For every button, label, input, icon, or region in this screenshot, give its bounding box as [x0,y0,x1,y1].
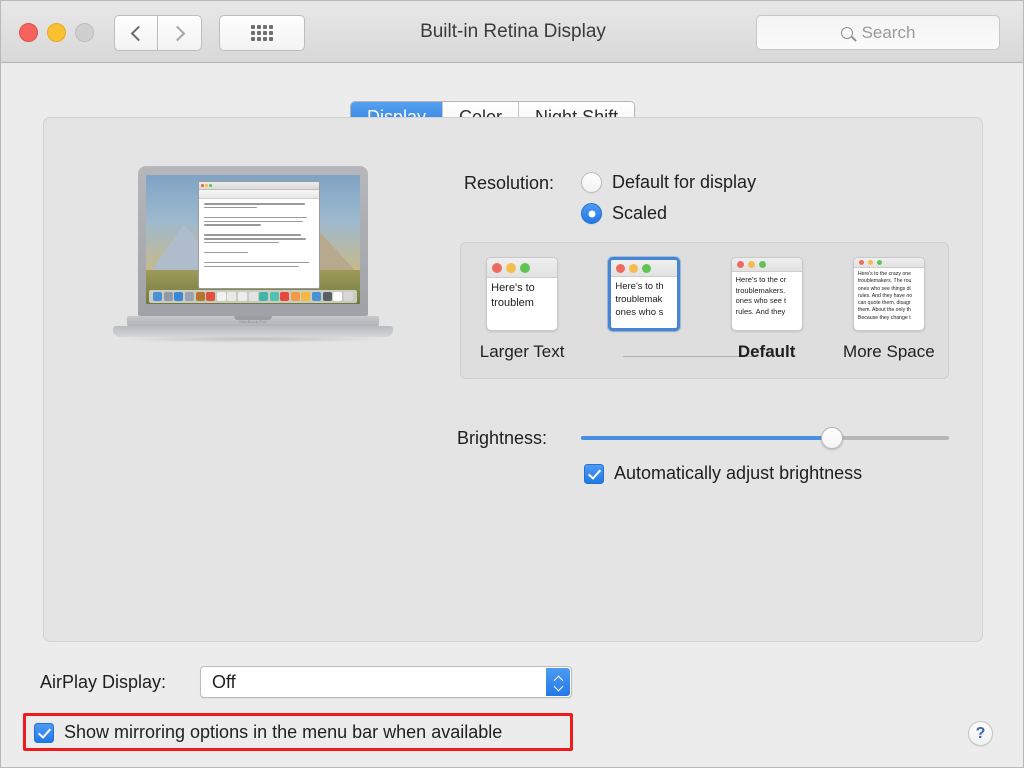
scaled-option-selected[interactable]: Here's to th troublemak ones who s [594,257,694,331]
auto-brightness-row[interactable]: Automatically adjust brightness [584,463,862,484]
thumbnail-line: them. About the only th [858,307,920,314]
thumbnail-line: Here's to th [615,280,673,293]
laptop-front-edge [113,326,393,337]
scaled-option-larger-text[interactable]: Here's to troublem [472,257,572,331]
search-placeholder: Search [862,23,916,43]
thumbnail-line: ones who s [615,306,673,319]
thumbnail-line: Here's to [491,281,553,296]
thumbnail-line: Here's to the cr [736,275,798,286]
thumbnail-text: Here's to troublem [487,278,557,311]
scaled-label-larger-text[interactable]: Larger Text [472,342,572,362]
airplay-label: AirPlay Display: [40,672,166,693]
chevron-up-icon [554,675,563,680]
resolution-option-default-label: Default for display [612,172,756,193]
mirroring-row[interactable]: Show mirroring options in the menu bar w… [34,722,502,743]
scaled-option-default[interactable]: Here's to the cr troublemakers. ones who… [717,257,817,331]
thumbnail-titlebar [732,258,802,272]
radio-scaled[interactable] [581,203,602,224]
textedit-window-preview [198,181,320,289]
thumbnail-line: troublemakers. [736,286,798,297]
thumbnail-line: troublemakers. The rou [858,278,920,285]
resolution-label: Resolution: [464,173,554,194]
thumbnail-line: troublemak [615,293,673,306]
resolution-option-scaled-label: Scaled [612,203,667,224]
thumbnail-line: ones who see t [736,296,798,307]
scaled-thumbnails: Here's to troublem Here's to th troublem… [461,257,950,339]
chevron-down-icon [554,684,563,689]
mirroring-label: Show mirroring options in the menu bar w… [64,722,502,743]
device-caption: MacBook Pro [113,319,393,324]
textedit-body [199,199,319,273]
thumbnail-text: Here's to th troublemak ones who s [611,277,677,319]
help-button[interactable]: ? [968,721,993,746]
scaled-option-more-space[interactable]: Here's to the crazy one troublemakers. T… [839,257,939,331]
thumbnail-line: can quote them, disagr [858,300,920,307]
thumbnail-preview[interactable]: Here's to th troublemak ones who s [608,257,680,331]
slider-knob[interactable] [821,427,843,449]
search-field[interactable]: Search [756,15,1000,50]
thumbnail-preview[interactable]: Here's to the cr troublemakers. ones who… [731,257,803,331]
system-preferences-window: Built-in Retina Display Search Display C… [0,0,1024,768]
thumbnail-titlebar [854,258,924,268]
airplay-popup-button[interactable]: Off [200,666,572,698]
thumbnail-preview[interactable]: Here's to troublem [486,257,558,331]
auto-brightness-checkbox[interactable] [584,464,604,484]
resolution-option-default[interactable]: Default for display [581,172,756,193]
airplay-value: Off [201,672,236,693]
radio-default-for-display[interactable] [581,172,602,193]
brightness-label: Brightness: [457,428,547,449]
textedit-titlebar [199,182,319,190]
window-titlebar: Built-in Retina Display Search [1,1,1024,63]
thumbnail-line: troublem [491,296,553,311]
thumbnail-line: ones who see things di [858,286,920,293]
thumbnail-line: rules. And they have no [858,293,920,300]
laptop-lid [138,166,368,316]
thumbnail-line: Because they change t [858,315,920,322]
mirroring-checkbox[interactable] [34,723,54,743]
scaled-label-more-space[interactable]: More Space [839,342,939,362]
search-icon [841,27,853,39]
thumbnail-text: Here's to the cr troublemakers. ones who… [732,272,802,317]
scaled-label-default[interactable]: Default [717,342,817,362]
popup-stepper-icon[interactable] [546,668,570,696]
thumbnail-titlebar [611,260,677,277]
thumbnail-preview[interactable]: Here's to the crazy one troublemakers. T… [853,257,925,331]
thumbnail-line: rules. And they [736,307,798,318]
macbook-illustration: MacBook Pro [113,166,393,351]
resolution-option-scaled[interactable]: Scaled [581,203,667,224]
brightness-slider[interactable] [581,431,949,445]
thumbnail-text: Here's to the crazy one troublemakers. T… [854,268,924,322]
slider-fill [581,436,831,440]
scaled-labels: Larger Text Default More Space [461,340,950,364]
thumbnail-line: Here's to the crazy one [858,271,920,278]
textedit-toolbar [199,190,319,199]
auto-brightness-label: Automatically adjust brightness [614,463,862,484]
scaled-resolution-options: Here's to troublem Here's to th troublem… [460,242,949,379]
thumbnail-titlebar [487,258,557,278]
laptop-screen [146,175,360,304]
dock-preview [149,290,357,303]
